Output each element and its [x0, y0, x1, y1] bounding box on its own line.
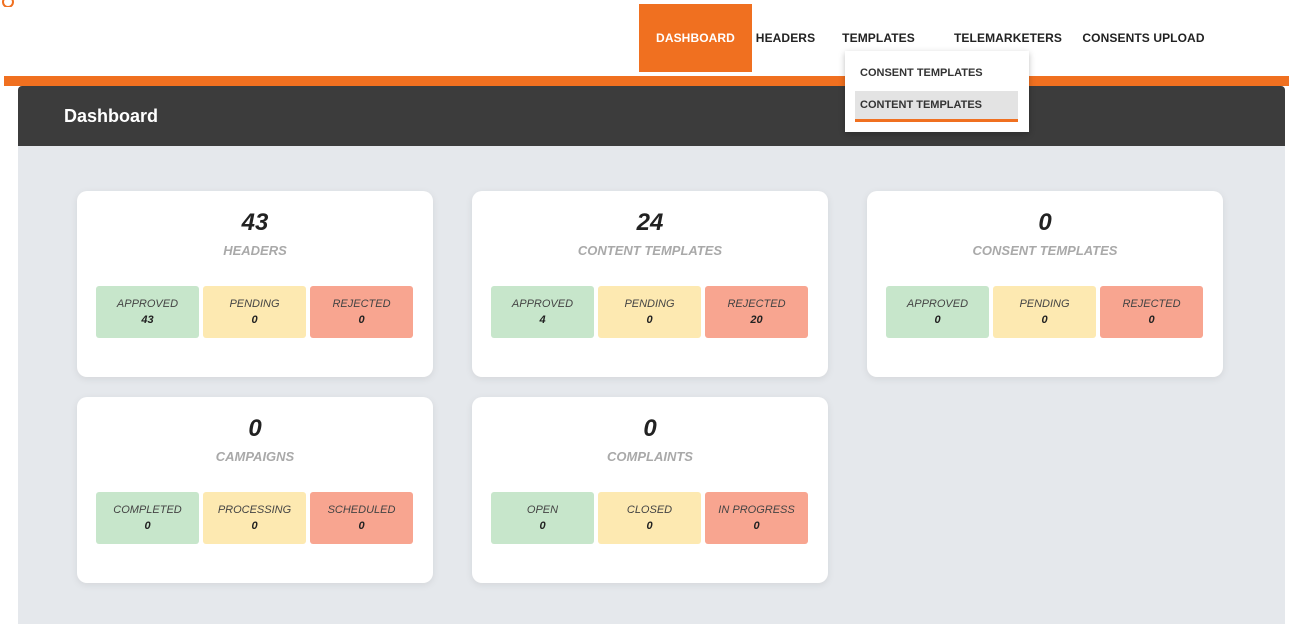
- panel-header: Dashboard: [18, 86, 1285, 146]
- stat-pending[interactable]: PENDING 0: [203, 286, 306, 338]
- card-stats: OPEN 0 CLOSED 0 IN PROGRESS 0: [491, 492, 808, 544]
- stat-approved[interactable]: APPROVED 43: [96, 286, 199, 338]
- stat-label: CLOSED: [626, 504, 673, 516]
- stat-label: PROCESSING: [217, 504, 292, 516]
- stat-closed[interactable]: CLOSED 0: [598, 492, 701, 544]
- stat-label: REJECTED: [1122, 298, 1181, 310]
- top-navigation-bar: DASHBOARD HEADERS TEMPLATES TELEMARKETER…: [0, 0, 1289, 76]
- stat-value: 0: [753, 520, 760, 532]
- card-stats: APPROVED 4 PENDING 0 REJECTED 20: [491, 286, 808, 338]
- card-label: COMPLAINTS: [607, 449, 693, 464]
- stat-approved[interactable]: APPROVED 0: [886, 286, 989, 338]
- stat-label: OPEN: [526, 504, 559, 516]
- card-stats: APPROVED 0 PENDING 0 REJECTED 0: [886, 286, 1203, 338]
- stat-value: 0: [1041, 314, 1048, 326]
- card-count: 0: [1038, 209, 1052, 236]
- card-campaigns[interactable]: 0 CAMPAIGNS COMPLETED 0 PROCESSING 0 SCHED…: [77, 397, 433, 583]
- dropdown-item-consent-templates[interactable]: CONSENT TEMPLATES: [855, 59, 1018, 87]
- stat-label: APPROVED: [906, 298, 969, 310]
- stat-label: REJECTED: [727, 298, 786, 310]
- card-count: 0: [643, 415, 657, 442]
- stat-value: 0: [251, 314, 258, 326]
- stat-processing[interactable]: PROCESSING 0: [203, 492, 306, 544]
- stat-value: 4: [539, 314, 546, 326]
- stat-pending[interactable]: PENDING 0: [598, 286, 701, 338]
- stat-value: 20: [750, 314, 763, 326]
- card-stats: APPROVED 43 PENDING 0 REJECTED 0: [96, 286, 413, 338]
- stat-open[interactable]: OPEN 0: [491, 492, 594, 544]
- card-stats: COMPLETED 0 PROCESSING 0 SCHEDULED 0: [96, 492, 413, 544]
- stat-label: PENDING: [1019, 298, 1070, 310]
- stat-scheduled[interactable]: SCHEDULED 0: [310, 492, 413, 544]
- templates-dropdown-menu: CONSENT TEMPLATES CONTENT TEMPLATES: [845, 51, 1029, 132]
- dashboard-panel: Dashboard 43 HEADERS APPROVED 43 PENDING 0…: [18, 86, 1285, 624]
- card-label: CONTENT TEMPLATES: [577, 243, 723, 258]
- stat-value: 43: [141, 314, 154, 326]
- card-consent-templates[interactable]: 0 CONSENT TEMPLATES APPROVED 0 PENDING 0 R…: [867, 191, 1223, 377]
- stat-pending[interactable]: PENDING 0: [993, 286, 1096, 338]
- accent-divider: [4, 76, 1289, 86]
- stat-in-progress[interactable]: IN PROGRESS 0: [705, 492, 808, 544]
- nav-headers[interactable]: HEADERS: [752, 4, 819, 72]
- stat-value: 0: [646, 520, 653, 532]
- stat-value: 0: [539, 520, 546, 532]
- stat-label: APPROVED: [116, 298, 179, 310]
- stat-completed[interactable]: COMPLETED 0: [96, 492, 199, 544]
- card-headers[interactable]: 43 HEADERS APPROVED 43 PENDING 0 REJECTED 0: [77, 191, 433, 377]
- stat-label: PENDING: [624, 298, 675, 310]
- card-complaints[interactable]: 0 COMPLAINTS OPEN 0 CLOSED 0 IN PROGRESS 0: [472, 397, 828, 583]
- dropdown-item-content-templates[interactable]: CONTENT TEMPLATES: [855, 91, 1018, 122]
- stat-label: IN PROGRESS: [718, 504, 795, 516]
- stat-value: 0: [646, 314, 653, 326]
- stat-rejected[interactable]: REJECTED 0: [310, 286, 413, 338]
- card-count: 43: [241, 209, 269, 236]
- card-label: CONSENT TEMPLATES: [972, 243, 1118, 258]
- card-label: CAMPAIGNS: [215, 449, 295, 464]
- card-content-templates[interactable]: 24 CONTENT TEMPLATES APPROVED 4 PENDING 0 …: [472, 191, 828, 377]
- stat-value: 0: [251, 520, 258, 532]
- stat-value: 0: [1148, 314, 1155, 326]
- stat-value: 0: [358, 314, 365, 326]
- card-label: HEADERS: [223, 243, 287, 258]
- stat-label: COMPLETED: [113, 504, 182, 516]
- stat-label: APPROVED: [511, 298, 574, 310]
- brand-logo-fragment: [0, 0, 14, 7]
- stat-rejected[interactable]: REJECTED 20: [705, 286, 808, 338]
- card-count: 0: [248, 415, 262, 442]
- stat-label: SCHEDULED: [327, 504, 396, 516]
- stat-value: 0: [358, 520, 365, 532]
- nav-dashboard[interactable]: DASHBOARD: [639, 4, 752, 72]
- stat-rejected[interactable]: REJECTED 0: [1100, 286, 1203, 338]
- stat-value: 0: [934, 314, 941, 326]
- stat-label: REJECTED: [332, 298, 391, 310]
- card-count: 24: [636, 209, 664, 236]
- stat-value: 0: [144, 520, 151, 532]
- stat-label: PENDING: [229, 298, 280, 310]
- stat-approved[interactable]: APPROVED 4: [491, 286, 594, 338]
- page-title: Dashboard: [64, 105, 159, 126]
- nav-consents-upload[interactable]: CONSENTS UPLOAD: [1078, 4, 1209, 72]
